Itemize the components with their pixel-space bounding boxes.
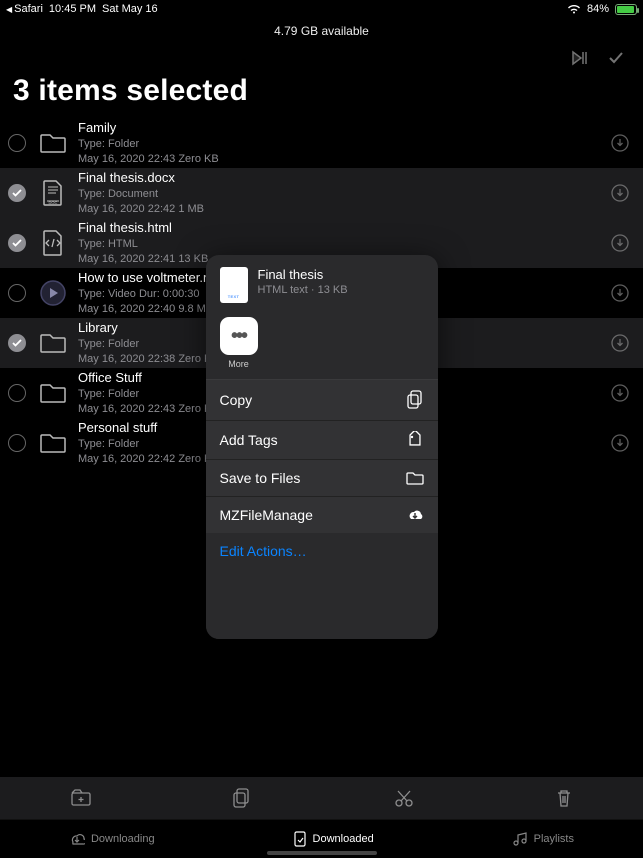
- download-icon[interactable]: [611, 284, 629, 302]
- tab-label: Playlists: [534, 833, 574, 845]
- action-copy[interactable]: Copy: [206, 380, 438, 421]
- status-bar: Safari 10:45 PM Sat May 16 84%: [0, 0, 643, 18]
- action-app[interactable]: MZFileManage: [206, 497, 438, 533]
- select-checkbox[interactable]: [8, 334, 26, 352]
- more-apps-button[interactable]: •••: [220, 317, 258, 355]
- share-file-subtitle: HTML text · 13 KB: [258, 284, 348, 296]
- bottom-toolbar: [0, 777, 643, 819]
- tab-downloading[interactable]: Downloading: [69, 832, 155, 846]
- action-label: Copy: [220, 392, 253, 408]
- home-indicator[interactable]: [267, 851, 377, 855]
- file-info: Type: FolderMay 16, 2020 22:43Zero KB: [78, 137, 633, 166]
- action-edit-actions[interactable]: Edit Actions…: [206, 533, 438, 569]
- storage-available: 4.79 GB available: [0, 18, 643, 44]
- download-icon[interactable]: [611, 234, 629, 252]
- checkmark-icon[interactable]: [607, 50, 625, 66]
- video-icon: [38, 278, 68, 308]
- doc-icon: DOC: [38, 178, 68, 208]
- file-name: Final thesis.html: [78, 220, 633, 235]
- play-icon[interactable]: [571, 50, 589, 66]
- folder-icon: [38, 128, 68, 158]
- file-name: Final thesis.docx: [78, 170, 633, 185]
- status-time: 10:45 PM: [49, 3, 96, 15]
- copy-icon: [406, 390, 424, 410]
- action-label: Add Tags: [220, 432, 278, 448]
- select-checkbox[interactable]: [8, 434, 26, 452]
- folder-icon: [38, 328, 68, 358]
- select-checkbox[interactable]: [8, 234, 26, 252]
- html-icon: [38, 228, 68, 258]
- action-add-tags[interactable]: Add Tags: [206, 421, 438, 460]
- action-label: Save to Files: [220, 470, 301, 486]
- trash-icon[interactable]: [556, 788, 572, 808]
- select-checkbox[interactable]: [8, 384, 26, 402]
- cut-icon[interactable]: [394, 789, 414, 807]
- download-icon[interactable]: [611, 334, 629, 352]
- app-cloud-icon: [406, 508, 424, 522]
- status-date: Sat May 16: [102, 3, 158, 15]
- select-checkbox[interactable]: [8, 184, 26, 202]
- file-name: Family: [78, 120, 633, 135]
- more-apps-label: More: [220, 359, 258, 369]
- share-file-title: Final thesis: [258, 267, 348, 282]
- tab-downloaded[interactable]: Downloaded: [293, 831, 374, 847]
- folder-icon: [406, 470, 424, 486]
- page-title: 3 items selected: [0, 68, 643, 118]
- action-label: MZFileManage: [220, 507, 313, 523]
- new-folder-icon[interactable]: [71, 789, 91, 807]
- action-save-to-files[interactable]: Save to Files: [206, 460, 438, 497]
- battery-pct: 84%: [587, 3, 609, 15]
- tab-label: Downloaded: [313, 833, 374, 845]
- file-row[interactable]: Family Type: FolderMay 16, 2020 22:43Zero…: [0, 118, 643, 168]
- tab-label: Downloading: [91, 833, 155, 845]
- file-info: Type: DocumentMay 16, 2020 22:421 MB: [78, 187, 633, 216]
- select-checkbox[interactable]: [8, 134, 26, 152]
- download-icon[interactable]: [611, 134, 629, 152]
- wifi-icon: [567, 4, 581, 14]
- share-sheet: Final thesis HTML text · 13 KB ••• More …: [206, 255, 438, 639]
- download-icon[interactable]: [611, 434, 629, 452]
- copy-toolbar-icon[interactable]: [233, 788, 251, 808]
- document-icon: [220, 267, 248, 303]
- folder-icon: [38, 378, 68, 408]
- tab-playlists[interactable]: Playlists: [512, 832, 574, 846]
- battery-icon: [615, 4, 637, 15]
- download-icon[interactable]: [611, 384, 629, 402]
- svg-text:DOC: DOC: [49, 200, 58, 205]
- tag-icon: [406, 431, 424, 449]
- folder-icon: [38, 428, 68, 458]
- file-row[interactable]: DOC Final thesis.docx Type: DocumentMay 16…: [0, 168, 643, 218]
- back-to-app[interactable]: Safari: [6, 3, 43, 15]
- select-checkbox[interactable]: [8, 284, 26, 302]
- download-icon[interactable]: [611, 184, 629, 202]
